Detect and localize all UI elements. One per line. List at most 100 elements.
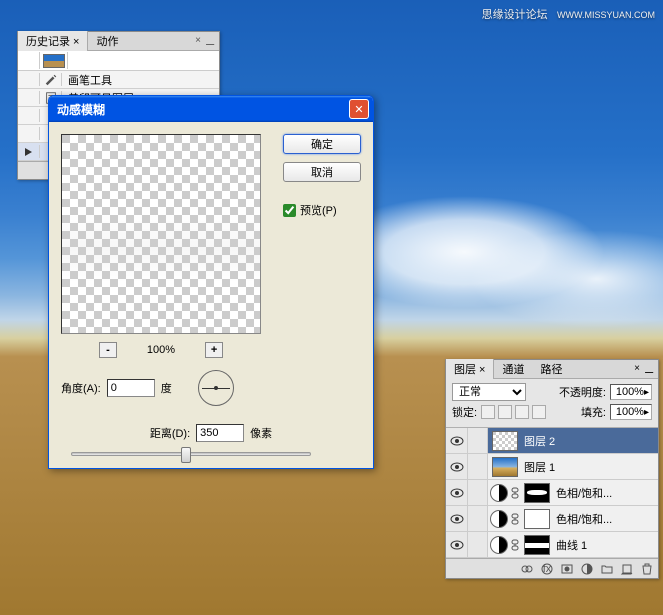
history-tabs: 历史记录 × 动作 × _ (18, 32, 219, 51)
zoom-percent: 100% (147, 344, 175, 356)
visibility-toggle[interactable] (446, 428, 468, 453)
tab-actions[interactable]: 动作 (88, 31, 126, 51)
history-cursor-icon (18, 145, 40, 158)
layers-footer: fx (446, 558, 658, 578)
layer-row[interactable]: 曲线 1 (446, 532, 658, 558)
distance-input[interactable] (196, 424, 244, 442)
zoom-controls: - 100% + (61, 342, 261, 358)
link-col[interactable] (468, 454, 488, 479)
zoom-in-button[interactable]: + (205, 342, 223, 358)
tab-paths[interactable]: 路径 (532, 359, 570, 379)
opacity-label: 不透明度: (559, 384, 606, 400)
history-marker-col (18, 73, 40, 86)
layer-name[interactable]: 曲线 1 (554, 537, 587, 553)
angle-unit: 度 (161, 380, 172, 396)
group-icon[interactable] (600, 562, 614, 576)
lock-icons (481, 405, 546, 419)
snapshot-thumb (40, 52, 68, 69)
layer-row[interactable]: 图层 2 (446, 428, 658, 454)
history-item-label: 画笔工具 (62, 72, 112, 88)
angle-dial[interactable] (198, 370, 234, 406)
snapshot-col (18, 52, 40, 69)
layer-row[interactable]: 图层 1 (446, 454, 658, 480)
layers-controls: 正常 不透明度: 100% ▸ 锁定: 填充: 100% ▸ (446, 379, 658, 428)
distance-row: 距离(D): 像素 (61, 424, 361, 442)
distance-slider[interactable] (71, 452, 311, 456)
layer-thumbnail[interactable] (492, 457, 518, 477)
preview-checkbox-label: 预览(P) (300, 202, 337, 218)
layer-style-icon[interactable]: fx (540, 562, 554, 576)
opacity-value[interactable]: 100% ▸ (610, 384, 652, 400)
link-icon (510, 539, 520, 551)
layer-mask-icon[interactable] (560, 562, 574, 576)
adjustment-icon (490, 510, 508, 528)
trash-icon[interactable] (640, 562, 654, 576)
tab-layers[interactable]: 图层 × (446, 359, 494, 379)
visibility-toggle[interactable] (446, 532, 468, 557)
link-icon (510, 513, 520, 525)
cancel-button[interactable]: 取消 (283, 162, 361, 182)
history-item[interactable]: 画笔工具 (18, 71, 219, 89)
link-layers-icon[interactable] (520, 562, 534, 576)
mask-thumbnail[interactable] (524, 509, 550, 529)
link-col[interactable] (468, 506, 488, 531)
link-col[interactable] (468, 428, 488, 453)
close-icon[interactable]: ✕ (349, 99, 369, 119)
dialog-buttons: 确定 取消 预览(P) (283, 134, 361, 218)
link-icon (510, 487, 520, 499)
preview-checkbox[interactable] (283, 204, 296, 217)
mask-thumbnail[interactable] (524, 483, 550, 503)
distance-unit: 像素 (250, 425, 272, 441)
preview-checkbox-row[interactable]: 预览(P) (283, 202, 361, 218)
dialog-titlebar[interactable]: 动感模糊 ✕ (49, 96, 373, 122)
tab-channels[interactable]: 通道 (494, 359, 532, 379)
motion-blur-dialog: 动感模糊 ✕ - 100% + 角度(A): 度 距离(D): 像素 (48, 95, 374, 469)
dialog-body: - 100% + 角度(A): 度 距离(D): 像素 确定 取消 (49, 122, 373, 468)
mask-thumbnail[interactable] (524, 535, 550, 555)
history-marker-col (18, 91, 40, 104)
layers-panel: 图层 × 通道 路径 × _ 正常 不透明度: 100% ▸ 锁定: 填充: 1… (445, 359, 659, 579)
layer-name[interactable]: 图层 1 (522, 459, 555, 475)
layer-row[interactable]: 色相/饱和... (446, 506, 658, 532)
panel-minimize-icon[interactable]: _ (645, 357, 653, 373)
panel-close-icon[interactable]: × (195, 35, 201, 46)
history-snapshot-row[interactable] (18, 51, 219, 71)
brush-icon (40, 73, 62, 86)
visibility-toggle[interactable] (446, 506, 468, 531)
fill-value[interactable]: 100% ▸ (610, 404, 652, 420)
layer-row[interactable]: 色相/饱和... (446, 480, 658, 506)
layer-name[interactable]: 图层 2 (522, 433, 555, 449)
zoom-out-button[interactable]: - (99, 342, 117, 358)
angle-input[interactable] (107, 379, 155, 397)
adjustment-icon (490, 536, 508, 554)
layer-name[interactable]: 色相/饱和... (554, 485, 612, 501)
angle-label: 角度(A): (61, 380, 101, 396)
visibility-toggle[interactable] (446, 454, 468, 479)
watermark-url: WWW.MISSYUAN.COM (557, 10, 655, 20)
watermark-text: 思缘设计论坛 (482, 9, 548, 21)
new-layer-icon[interactable] (620, 562, 634, 576)
preview-area[interactable] (61, 134, 261, 334)
layer-name[interactable]: 色相/饱和... (554, 511, 612, 527)
lock-position-icon[interactable] (515, 405, 529, 419)
panel-minimize-icon[interactable]: _ (206, 29, 214, 45)
adjustment-icon (490, 484, 508, 502)
lock-all-icon[interactable] (532, 405, 546, 419)
layer-thumbnail[interactable] (492, 431, 518, 451)
layers-tabs: 图层 × 通道 路径 × _ (446, 360, 658, 379)
link-col[interactable] (468, 480, 488, 505)
dialog-title: 动感模糊 (57, 101, 349, 118)
fill-label: 填充: (581, 404, 606, 420)
lock-transparent-icon[interactable] (481, 405, 495, 419)
distance-label: 距离(D): (150, 425, 190, 441)
lock-label: 锁定: (452, 404, 477, 420)
tab-history[interactable]: 历史记录 × (18, 31, 88, 51)
lock-pixels-icon[interactable] (498, 405, 512, 419)
visibility-toggle[interactable] (446, 480, 468, 505)
ok-button[interactable]: 确定 (283, 134, 361, 154)
link-col[interactable] (468, 532, 488, 557)
slider-thumb[interactable] (181, 447, 191, 463)
panel-close-icon[interactable]: × (634, 363, 640, 374)
adjustment-layer-icon[interactable] (580, 562, 594, 576)
blend-mode-select[interactable]: 正常 (452, 383, 526, 401)
